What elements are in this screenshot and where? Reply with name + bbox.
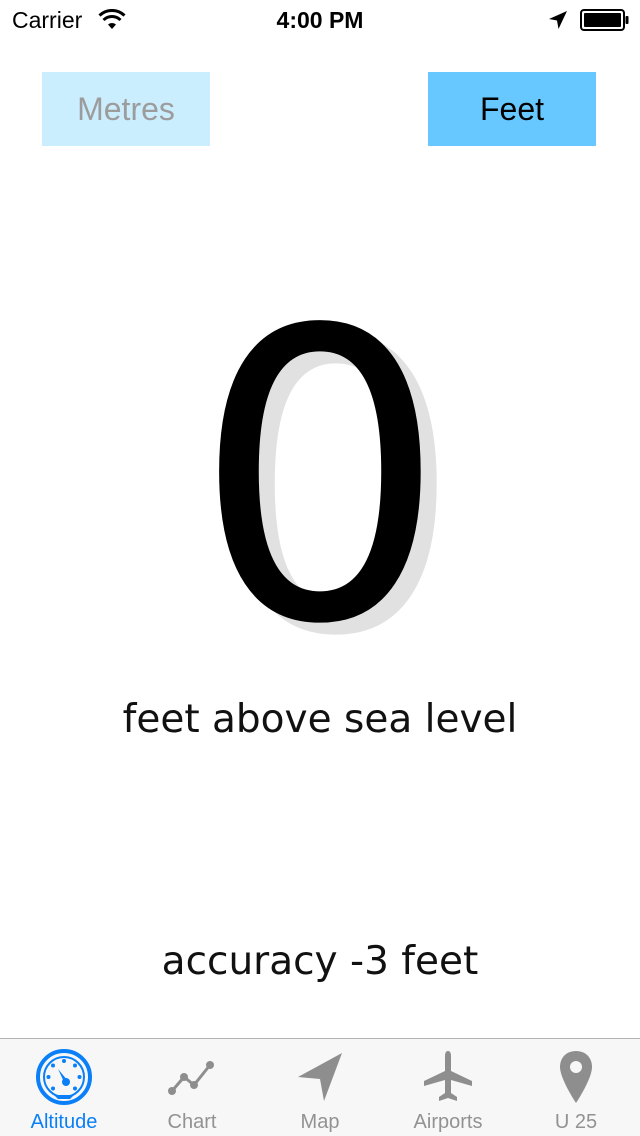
altitude-value: 0 <box>192 247 448 712</box>
tab-label-map: Map <box>300 1111 340 1133</box>
tab-label-altitude: Altitude <box>30 1111 98 1133</box>
tab-altitude[interactable]: Altitude <box>0 1039 128 1136</box>
feet-button[interactable]: Feet <box>428 72 596 146</box>
tab-u25[interactable]: U 25 <box>512 1039 640 1136</box>
tab-label-chart: Chart <box>167 1111 217 1133</box>
altitude-unit-caption: feet above sea level <box>122 697 518 742</box>
tab-label-airports: Airports <box>413 1111 483 1133</box>
tab-airports[interactable]: Airports <box>384 1039 512 1136</box>
tab-label-u25: U 25 <box>554 1111 598 1133</box>
metres-button[interactable]: Metres <box>42 72 210 146</box>
status-time: 4:00 PM <box>276 7 364 33</box>
speedometer-icon <box>36 1049 92 1105</box>
tab-bar: Altitude Chart Map Airports U 25 <box>0 1038 640 1136</box>
navigation-arrow-icon <box>298 1053 342 1101</box>
status-bar: Carrier 4:00 PM <box>0 0 640 40</box>
airplane-icon <box>424 1051 472 1101</box>
location-arrow-icon <box>549 11 567 29</box>
tab-chart[interactable]: Chart <box>128 1039 256 1136</box>
altitude-display: 0 0 <box>0 247 640 712</box>
battery-icon <box>580 9 629 31</box>
line-chart-icon <box>168 1061 214 1095</box>
map-pin-icon <box>560 1051 592 1103</box>
tab-map[interactable]: Map <box>256 1039 384 1136</box>
accuracy-label: accuracy -3 feet <box>161 939 479 984</box>
